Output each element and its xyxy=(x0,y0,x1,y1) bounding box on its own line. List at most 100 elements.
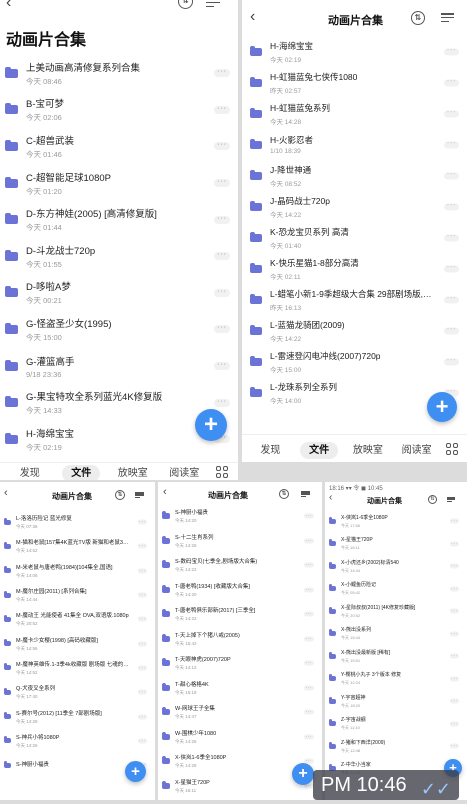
back-icon[interactable]: ‹ xyxy=(6,0,11,12)
list-item[interactable]: Y-宇宙超神 今天 18:20 ··· xyxy=(325,690,467,713)
more-options-button[interactable]: ··· xyxy=(138,738,147,744)
list-item[interactable]: X-星际叔叔(2011) [4K修复珍藏版] 今天 20:52 ··· xyxy=(325,600,467,623)
list-item[interactable]: L-雷速登闪电冲线(2007)720p 今天 15:00 ··· xyxy=(242,346,467,377)
more-options-button[interactable]: ··· xyxy=(304,734,314,740)
menu-icon[interactable] xyxy=(441,13,454,22)
more-options-button[interactable]: ··· xyxy=(214,68,230,78)
list-item[interactable]: Y-樱桃小丸子 3个版本 修复 今天 12:24 ··· xyxy=(325,668,467,691)
more-options-button[interactable]: ··· xyxy=(214,105,230,114)
more-options-button[interactable]: ··· xyxy=(214,324,230,334)
more-options-button[interactable]: ··· xyxy=(214,178,230,188)
more-options-button[interactable]: ··· xyxy=(304,562,314,568)
more-options-button[interactable]: ··· xyxy=(444,47,459,55)
list-item[interactable]: X-熊出没系列 今天 15:44 ··· xyxy=(325,623,467,646)
add-button[interactable]: + xyxy=(125,761,146,782)
more-options-button[interactable]: ··· xyxy=(214,251,230,261)
list-item[interactable]: H-虹猫蓝兔七侠传1080 昨天 02:57 ··· xyxy=(242,67,467,98)
tab-theater[interactable]: 放映室 xyxy=(344,441,393,456)
more-options-button[interactable]: ··· xyxy=(138,714,147,720)
more-options-button[interactable]: ··· xyxy=(444,140,459,148)
back-icon[interactable]: ‹ xyxy=(329,492,332,503)
more-options-button[interactable]: ··· xyxy=(138,519,147,525)
more-options-button[interactable]: ··· xyxy=(138,641,147,647)
more-options-button[interactable]: ··· xyxy=(444,109,459,117)
tab-files[interactable]: 文件 xyxy=(295,441,344,459)
tab-discover[interactable]: 发现 xyxy=(246,441,295,456)
more-options-button[interactable]: ··· xyxy=(444,357,459,365)
more-options-button[interactable]: ··· xyxy=(304,538,314,544)
menu-icon[interactable] xyxy=(206,0,220,7)
list-item[interactable]: J-降世神通 今天 08:52 ··· xyxy=(242,160,467,191)
more-options-button[interactable]: ··· xyxy=(444,171,459,179)
more-options-button[interactable]: ··· xyxy=(450,608,459,614)
more-options-button[interactable]: ··· xyxy=(450,563,459,569)
more-options-button[interactable]: ··· xyxy=(304,611,314,617)
list-item[interactable]: G-怪盗圣少女(1995) 今天 15:00 ··· xyxy=(0,311,238,348)
list-item[interactable]: S-赛尔号(2012) [11季全 7部剧场版] 今天 14:28 ··· xyxy=(0,704,155,728)
more-options-button[interactable]: ··· xyxy=(444,202,459,210)
more-options-button[interactable]: ··· xyxy=(138,568,147,574)
list-item[interactable]: T-唐老鸭俱乐部新(2017) [三季全] 今天 14:22 ··· xyxy=(158,602,322,627)
list-item[interactable]: X-熊出没最新版 [稀有] 今天 15:51 ··· xyxy=(325,645,467,668)
more-options-button[interactable]: ··· xyxy=(304,709,314,715)
more-options-button[interactable]: ··· xyxy=(450,698,459,704)
more-options-button[interactable]: ··· xyxy=(450,586,459,592)
back-icon[interactable]: ‹ xyxy=(4,487,8,499)
more-options-button[interactable]: ··· xyxy=(304,587,314,593)
list-item[interactable]: L-蓝猫龙骑团(2009) 今天 14:22 ··· xyxy=(242,315,467,346)
list-item[interactable]: B-宝可梦 今天 02:06 ··· xyxy=(0,92,238,129)
menu-icon[interactable] xyxy=(447,497,455,502)
more-options-button[interactable]: ··· xyxy=(450,653,459,659)
list-item[interactable]: H-海绵宝宝 今天 02:19 ··· xyxy=(242,36,467,67)
list-item[interactable]: T-唐老鸭(1934) [收藏版大合集] 今天 14:20 ··· xyxy=(158,578,322,603)
more-options-button[interactable]: ··· xyxy=(214,215,230,224)
list-item[interactable]: Z-宇宙战舰 今天 11:10 ··· xyxy=(325,713,467,736)
more-options-button[interactable]: ··· xyxy=(444,233,459,241)
list-item[interactable]: W-围棋少年1080 今天 14:26 ··· xyxy=(158,725,322,750)
transfer-icon[interactable]: ⇅ xyxy=(279,489,289,499)
list-item[interactable]: Q-犬夜叉全系列 今天 17:40 ··· xyxy=(0,680,155,704)
list-item[interactable]: D-斗龙战士720p 今天 01:55 ··· xyxy=(0,238,238,275)
add-button[interactable]: + xyxy=(195,409,227,441)
list-item[interactable]: X-小鲤鱼历险记 今天 05:42 ··· xyxy=(325,578,467,601)
list-item[interactable]: D-哆啦A梦 今天 00:21 ··· xyxy=(0,275,238,312)
more-options-button[interactable]: ··· xyxy=(304,685,314,691)
more-options-button[interactable]: ··· xyxy=(214,361,230,371)
list-item[interactable]: M-猫和老鼠[157集4K蓝光TV版 新猫和老鼠3季全] 今天 14:52 ··· xyxy=(0,534,155,558)
transfer-icon[interactable]: ⇅ xyxy=(428,495,437,504)
transfer-icon[interactable]: ⇅ xyxy=(115,490,125,500)
list-item[interactable]: M-米老鼠与唐老鸭(1984)[104集全,国语] 今天 14:06 ··· xyxy=(0,559,155,583)
apps-grid-icon[interactable] xyxy=(210,465,234,478)
list-item[interactable]: Z-猪和下西洋(2009) 今天 12:48 ··· xyxy=(325,735,467,758)
more-options-button[interactable]: ··· xyxy=(214,141,230,151)
list-item[interactable]: T-天眼神虎(2007)720P 今天 14:12 ··· xyxy=(158,651,322,676)
list-item[interactable]: G-灌篮高手 9/18 23:36 ··· xyxy=(0,348,238,385)
add-button[interactable]: + xyxy=(427,392,457,422)
list-item[interactable]: K-快乐星猫1-8部分高清 今天 02:11 ··· xyxy=(242,253,467,284)
list-item[interactable]: H-火影忍者 1/10 18:39 ··· xyxy=(242,129,467,160)
menu-icon[interactable] xyxy=(135,492,144,498)
transfer-icon[interactable]: ⇅ xyxy=(178,0,193,9)
list-item[interactable]: D-东方神娃(2005) [高清修复版] 今天 01:44 ··· xyxy=(0,201,238,238)
list-item[interactable]: T-天上掉下个猪八戒(2005) 今天 15:42 ··· xyxy=(158,627,322,652)
more-options-button[interactable]: ··· xyxy=(138,592,147,598)
more-options-button[interactable]: ··· xyxy=(138,689,147,695)
more-options-button[interactable]: ··· xyxy=(450,721,459,727)
more-options-button[interactable]: ··· xyxy=(304,513,314,519)
list-item[interactable]: X-星猫王720P 今天 16:11 ··· xyxy=(325,533,467,556)
more-options-button[interactable]: ··· xyxy=(444,264,459,272)
list-item[interactable]: W-网球王子全集 今天 14:47 ··· xyxy=(158,700,322,725)
list-item[interactable]: T-甜心格格4K 今天 16:18 ··· xyxy=(158,676,322,701)
tab-files[interactable]: 文件 xyxy=(56,464,108,480)
list-item[interactable]: 上美动画高清修复系列合集 今天 08:46 ··· xyxy=(0,55,238,92)
tab-reading[interactable]: 阅读室 xyxy=(392,441,441,456)
more-options-button[interactable]: ··· xyxy=(450,518,459,524)
list-item[interactable]: M-魔卡少女樱(1998) [高码收藏版] 今天 14:56 ··· xyxy=(0,631,155,655)
add-button[interactable]: + xyxy=(292,763,314,785)
list-item[interactable]: M-魔尔庄园(2011) [系列合集] 今天 14:44 ··· xyxy=(0,583,155,607)
list-item[interactable]: K-恐龙宝贝系列 高清 今天 01:40 ··· xyxy=(242,222,467,253)
more-options-button[interactable]: ··· xyxy=(444,295,459,303)
list-item[interactable]: S-数码宝贝(七季全,剧场版大合集) 今天 14:22 ··· xyxy=(158,553,322,578)
menu-icon[interactable] xyxy=(301,491,310,497)
tab-reading[interactable]: 阅读室 xyxy=(159,464,211,479)
